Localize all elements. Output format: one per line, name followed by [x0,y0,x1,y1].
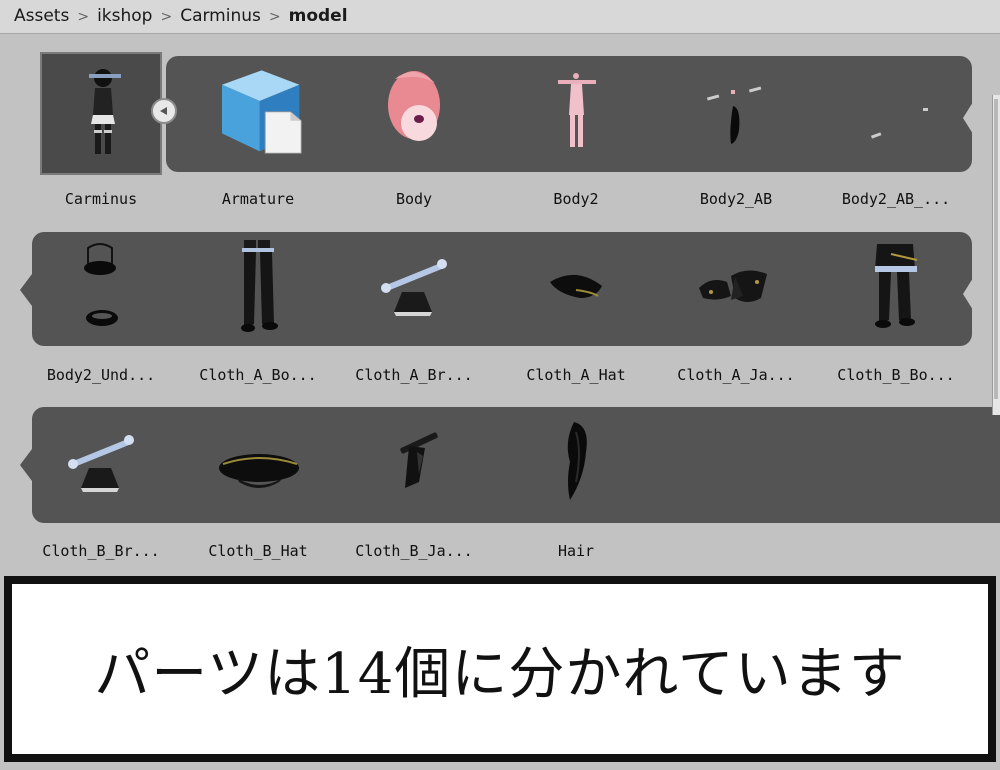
hat-mesh-icon [531,236,621,336]
asset-label: Body2_AB [699,190,773,208]
breadcrumb-separator-icon: > [268,9,281,25]
asset-item[interactable]: Cloth_B_Bo... [816,226,976,396]
asset-label: Cloth_A_Ja... [677,366,795,384]
asset-label: Body [395,190,433,208]
chevron-left-icon [160,107,167,115]
mesh-part-icon [851,60,941,160]
mesh-part-icon [691,60,781,160]
breadcrumb-item-assets[interactable]: Assets [14,6,69,26]
skirt-mesh-icon [369,236,459,336]
asset-label: Cloth_B_Hat [208,542,308,560]
asset-item[interactable]: Cloth_A_Hat [496,226,656,396]
caption-panel: パーツは14個に分かれています [12,584,988,754]
asset-item[interactable]: Body [334,50,494,220]
asset-label: Cloth_A_Hat [526,366,626,384]
breadcrumb-current-model: model [288,6,348,26]
asset-item[interactable]: Cloth_B_Br... [21,402,181,572]
prefab-cube-icon [213,60,303,160]
asset-label: Hair [557,542,595,560]
asset-item[interactable]: Body2_AB_... [816,50,976,220]
asset-label: Cloth_B_Ja... [355,542,473,560]
breadcrumb-separator-icon: > [160,9,173,25]
asset-item[interactable]: Cloth_A_Ja... [656,226,816,396]
asset-item[interactable]: Cloth_A_Br... [334,226,494,396]
asset-item[interactable]: Armature [178,50,338,220]
asset-label: Cloth_A_Bo... [199,366,317,384]
asset-item[interactable]: Cloth_A_Bo... [178,226,338,396]
caption-text: パーツは14個に分かれています [94,641,906,707]
caption-box: パーツは14個に分かれています [4,576,996,762]
asset-item[interactable]: Cloth_B_Hat [178,402,338,572]
asset-label: Cloth_B_Bo... [837,366,955,384]
jacket-mesh-icon [691,236,781,336]
asset-label: Armature [221,190,295,208]
asset-label: Body2 [553,190,599,208]
jacket-mesh-icon [369,412,459,512]
scrollbar-thumb[interactable] [994,99,998,399]
bottom-edge [0,762,1000,770]
asset-item[interactable]: Body2 [496,50,656,220]
boots-mesh-icon [213,236,303,336]
head-mesh-icon [369,60,459,160]
breadcrumb: Assets > ikshop > Carminus > model [0,0,1000,34]
asset-label: Body2_Und... [46,366,156,384]
asset-label: Body2_AB_... [841,190,951,208]
skirt-mesh-icon [56,412,146,512]
breadcrumb-item-carminus[interactable]: Carminus [180,6,261,26]
boots-mesh-icon [851,236,941,336]
underwear-mesh-icon [56,236,146,336]
breadcrumb-item-ikshop[interactable]: ikshop [97,6,152,26]
asset-item[interactable]: Body2_AB [656,50,816,220]
vertical-scrollbar[interactable] [992,95,1000,415]
asset-label: Cloth_B_Br... [42,542,160,560]
asset-grid: Carminus Armature Body Body2 Body2_AB Bo… [4,35,1000,575]
asset-item[interactable]: Body2_Und... [21,226,181,396]
asset-label: Cloth_A_Br... [355,366,473,384]
breadcrumb-separator-icon: > [77,9,90,25]
asset-label: Carminus [64,190,138,208]
asset-item[interactable]: Carminus [21,50,181,220]
collapse-arrow-button[interactable] [151,98,177,124]
asset-item[interactable]: Hair [496,402,656,572]
body-mesh-icon [531,60,621,160]
cap-mesh-icon [213,412,303,512]
hair-mesh-icon [531,412,621,512]
character-prefab-icon [56,60,146,160]
asset-item[interactable]: Cloth_B_Ja... [334,402,494,572]
